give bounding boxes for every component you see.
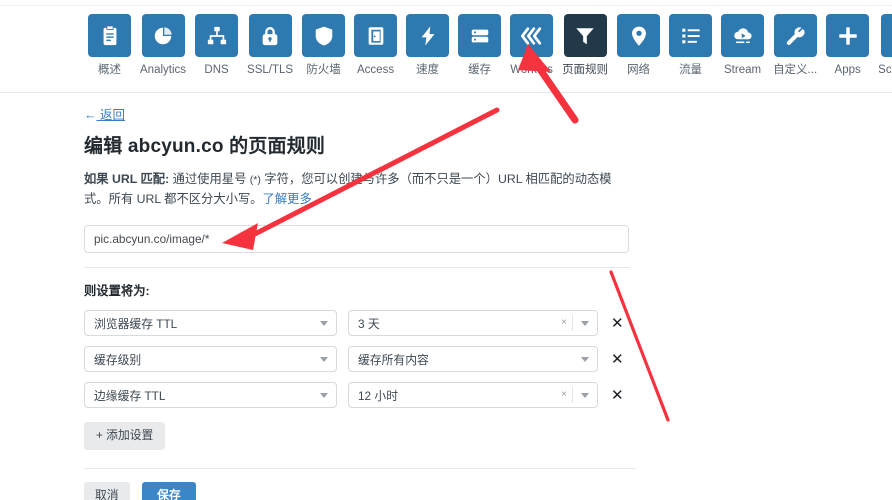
bolt-icon [406,14,450,57]
learn-more-link[interactable]: 了解更多 [263,192,312,206]
rule-setting-value: 浏览器缓存 TTL [94,316,178,331]
nav-item-网络[interactable]: 网络 [617,14,661,77]
divider-above-settings [84,267,630,268]
select-separator [572,315,573,331]
nav-item-label: 概述 [98,64,121,76]
chevron-down-icon [320,320,328,326]
nav-item-label: 页面规则 [562,64,609,76]
nav-item-Access[interactable]: Access [354,14,398,77]
nav-item-label: SSL/TLS [247,64,294,76]
nav-divider [0,92,892,93]
nav-item-label: Workers [510,64,553,76]
cancel-button[interactable]: 取消 [84,481,130,500]
nav-item-Apps[interactable]: Apps [826,14,870,77]
form-actions: 取消 保存 [84,481,644,500]
document-icon [881,14,892,57]
chevron-down-icon [581,392,589,398]
description-lead: 如果 URL 匹配: [84,172,170,186]
nav-item-防火墙[interactable]: 防火墙 [302,14,346,77]
remove-rule-button[interactable]: ✕ [611,316,624,331]
map-pin-icon [617,14,661,57]
lock-icon [248,14,292,57]
door-icon [354,14,398,57]
nav-item-label: Analytics [140,64,187,76]
page-content: ← 返回 编辑 abcyun.co 的页面规则 如果 URL 匹配: 通过使用星… [84,106,644,500]
nav-item-Stream[interactable]: Stream [721,14,765,77]
page-rules-screen: 概述 Analytics DNS SSL/TLS 防火墙 Access 速度 缓存 Worker… [0,0,892,500]
rule-setting-select[interactable]: 边缘缓存 TTL [84,382,337,408]
nav-item-label: Stream [724,64,762,76]
rule-row: 缓存级别 缓存所有内容 ✕ [84,346,644,372]
divider-above-actions [84,467,636,469]
nav-item-label: 自定义... [773,64,818,76]
page-description: 如果 URL 匹配: 通过使用星号 (*) 字符，您可以创建与许多（而不只是一个… [84,170,636,209]
chevron-down-icon [581,320,589,326]
page-title: 编辑 abcyun.co 的页面规则 [84,136,326,157]
clear-icon[interactable]: × [556,317,572,329]
save-button[interactable]: 保存 [142,481,196,500]
cloud-play-icon [721,14,765,57]
clear-icon[interactable]: × [556,389,572,401]
rules-list: 浏览器缓存 TTL 3 天 × ✕ 缓存级别 缓存所有内容 ✕ 边缘缓存 TTL 12 小时 × ✕ [84,310,644,408]
nav-item-SSLTLS[interactable]: SSL/TLS [247,14,293,77]
back-link-label: 返回 [99,108,125,122]
chevron-down-icon [320,392,328,398]
nav-item-label: 防火墙 [306,64,341,76]
settings-label: 则设置将为: [84,284,150,298]
nav-item-概述[interactable]: 概述 [88,14,131,77]
nav-item-label: 速度 [416,64,440,76]
nav-item-label: Access [357,64,395,76]
description-star: (*) [249,174,261,186]
rule-value-text: 3 天 [358,316,380,331]
pie-chart-icon [141,14,185,57]
rule-setting-value: 缓存级别 [94,352,142,367]
back-link[interactable]: ← 返回 [84,107,125,123]
rule-row: 边缘缓存 TTL 12 小时 × ✕ [84,382,644,408]
nav-item-Analytics[interactable]: Analytics [140,14,186,77]
funnel-icon [563,14,607,57]
shield-icon [302,14,346,57]
top-hairline [0,5,892,6]
select-separator [572,387,573,403]
rule-value-text: 缓存所有内容 [358,352,429,367]
rule-row: 浏览器缓存 TTL 3 天 × ✕ [84,310,644,336]
nav-item-label: Scrape ... [878,64,892,76]
plus-icon [826,14,870,57]
nav-item-速度[interactable]: 速度 [406,14,450,77]
rule-value-text: 12 小时 [358,388,398,403]
nav-item-label: DNS [204,64,229,76]
url-pattern-input[interactable] [84,225,629,253]
nav-item-自定义[interactable]: 自定义... [773,14,817,77]
remove-rule-button[interactable]: ✕ [611,388,624,403]
nav-item-label: 流量 [679,64,703,76]
nav-item-Scrape[interactable]: Scrape ... [878,14,892,77]
rule-setting-select[interactable]: 缓存级别 [84,346,337,372]
back-arrow-icon: ← [84,108,97,122]
rule-value-select[interactable]: 缓存所有内容 [348,346,598,372]
nav-item-label: 网络 [627,64,651,76]
nav-item-DNS[interactable]: DNS [195,14,239,77]
section-nav-toolbar[interactable]: 概述 Analytics DNS SSL/TLS 防火墙 Access 速度 缓存 Worker… [88,14,892,77]
chevron-down-icon [320,356,328,362]
server-icon [458,14,502,57]
nav-item-Workers[interactable]: Workers [510,14,554,77]
nav-item-流量[interactable]: 流量 [669,14,713,77]
rule-setting-value: 边缘缓存 TTL [94,388,166,403]
code-icon [510,14,554,57]
wrench-icon [773,14,817,57]
nav-item-页面规则[interactable]: 页面规则 [562,14,608,77]
clipboard-icon [88,14,131,57]
nav-item-label: Apps [834,64,861,76]
description-body-1: 通过使用星号 [169,172,250,186]
rule-value-select[interactable]: 3 天 × [348,310,598,336]
chevron-down-icon [581,356,589,362]
rule-value-select[interactable]: 12 小时 × [348,382,598,408]
nav-item-label: 缓存 [468,64,492,76]
nav-item-缓存[interactable]: 缓存 [458,14,502,77]
add-setting-button[interactable]: + 添加设置 [84,422,166,450]
rule-setting-select[interactable]: 浏览器缓存 TTL [84,310,337,336]
sitemap-icon [195,14,239,57]
remove-rule-button[interactable]: ✕ [611,352,624,367]
list-icon [669,14,713,57]
